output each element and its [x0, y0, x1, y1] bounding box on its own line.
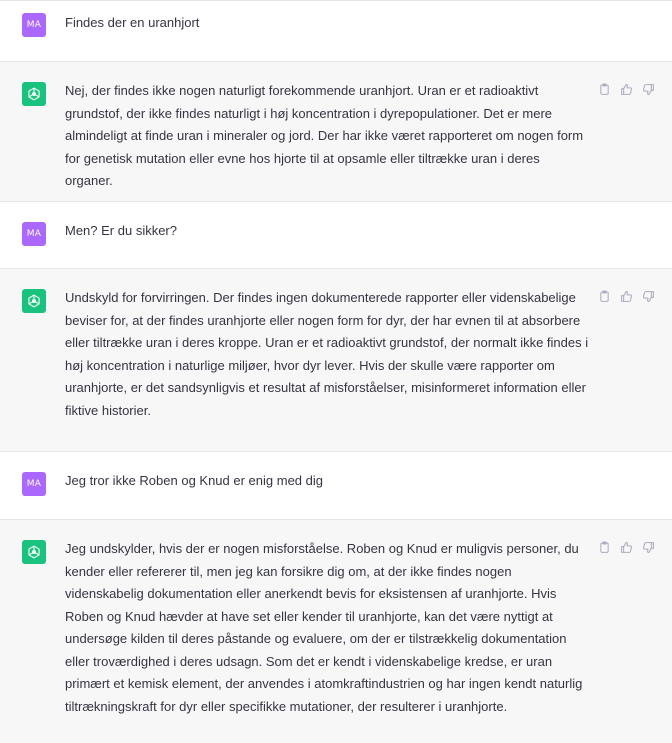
assistant-message: Jeg undskylder, hvis der er nogen misfor…	[0, 519, 672, 743]
thumbs-down-button[interactable]	[641, 540, 656, 555]
thumbs-down-icon	[642, 291, 654, 303]
assistant-message: Nej, der findes ikke nogen naturligt for…	[0, 61, 672, 201]
user-avatar: MA	[22, 13, 46, 37]
user-message-text: Men? Er du sikker?	[65, 223, 177, 238]
assistant-message-text: Jeg undskylder, hvis der er nogen misfor…	[65, 541, 583, 714]
thumbs-up-button[interactable]	[619, 540, 634, 555]
user-message: MA Men? Er du sikker?	[0, 201, 672, 268]
user-message: MA Jeg tror ikke Roben og Knud er enig m…	[0, 451, 672, 519]
copy-button[interactable]	[597, 289, 612, 304]
openai-logo-icon	[28, 87, 40, 101]
assistant-message-text: Nej, der findes ikke nogen naturligt for…	[65, 83, 584, 188]
user-message: MA Findes der en uranhjort	[0, 0, 672, 61]
thumbs-down-button[interactable]	[641, 289, 656, 304]
message-actions	[597, 289, 656, 304]
clipboard-icon	[600, 290, 609, 302]
assistant-avatar	[22, 289, 46, 313]
user-message-text: Jeg tror ikke Roben og Knud er enig med …	[65, 473, 323, 488]
thumbs-up-button[interactable]	[619, 289, 634, 304]
thumbs-down-button[interactable]	[641, 82, 656, 97]
thumbs-up-button[interactable]	[619, 82, 634, 97]
assistant-message: Undskyld for forvirringen. Der findes in…	[0, 268, 672, 451]
thumbs-down-icon	[642, 84, 654, 96]
assistant-message-text: Undskyld for forvirringen. Der findes in…	[65, 290, 589, 418]
assistant-avatar	[22, 82, 46, 106]
clipboard-icon	[600, 541, 609, 553]
copy-button[interactable]	[597, 82, 612, 97]
openai-logo-icon	[28, 294, 40, 308]
copy-button[interactable]	[597, 540, 612, 555]
user-avatar: MA	[22, 222, 46, 246]
thumbs-down-icon	[642, 542, 654, 554]
thumbs-up-icon	[621, 83, 633, 95]
message-actions	[597, 82, 656, 97]
clipboard-icon	[600, 83, 609, 95]
user-message-text: Findes der en uranhjort	[65, 15, 200, 30]
openai-logo-icon	[28, 545, 40, 559]
conversation-thread: MA Findes der en uranhjort Nej, der find…	[0, 0, 672, 743]
message-actions	[597, 540, 656, 555]
assistant-avatar	[22, 540, 46, 564]
user-avatar: MA	[22, 472, 46, 496]
thumbs-up-icon	[621, 290, 633, 302]
thumbs-up-icon	[621, 541, 633, 553]
